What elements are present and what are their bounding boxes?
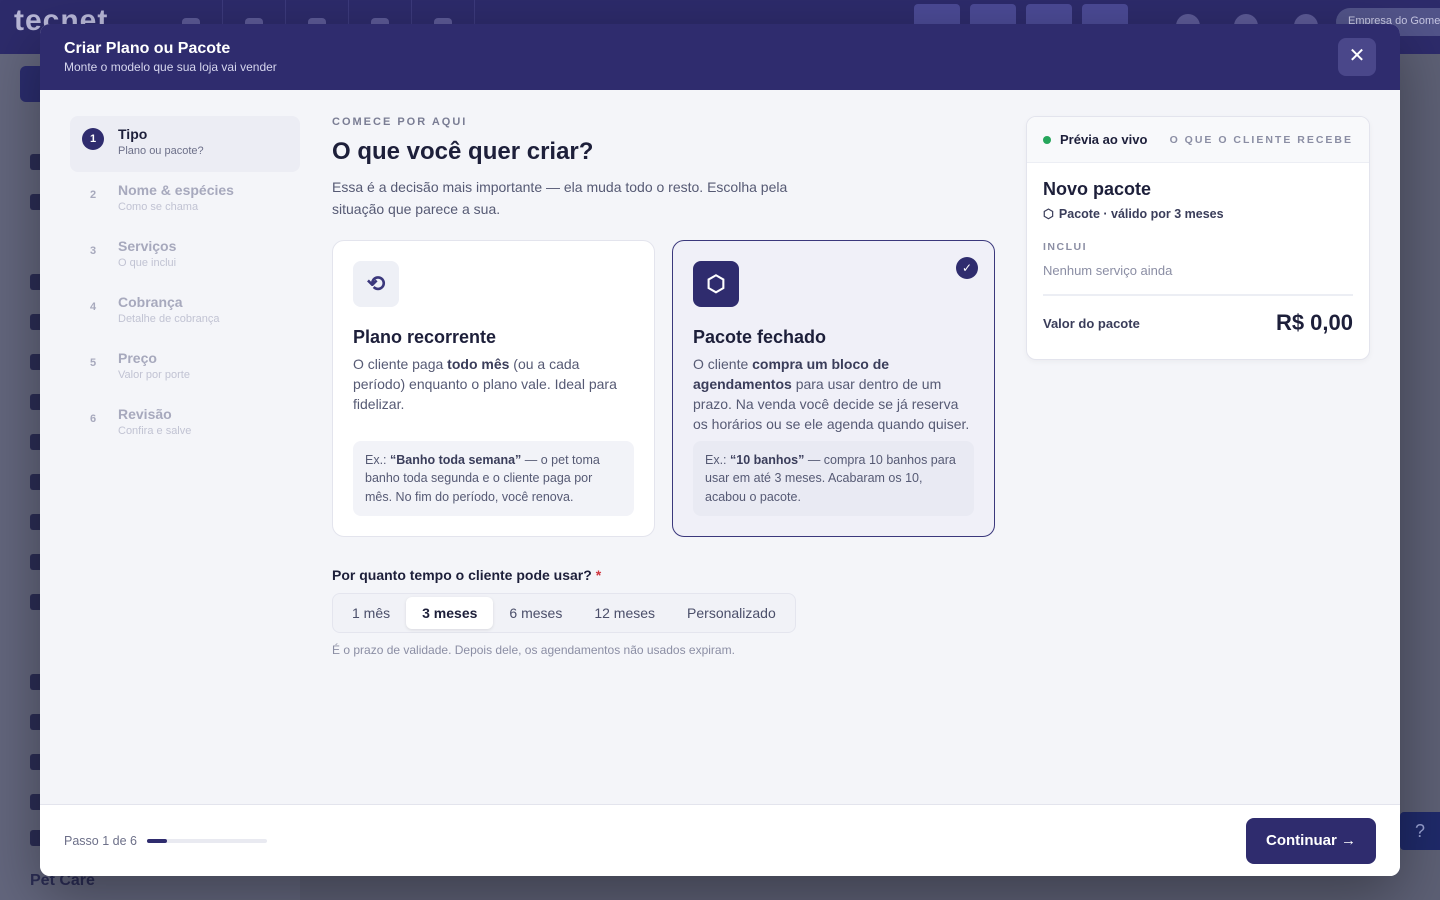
step-number: 1 <box>82 128 104 150</box>
duration-option[interactable]: 6 meses <box>493 597 578 629</box>
step-label: Serviços <box>118 238 177 254</box>
step-content: COMECE POR AQUI O que você quer criar? E… <box>332 116 996 657</box>
preview-meta: ⬡ Pacote · válido por 3 meses <box>1043 206 1224 222</box>
duration-selector: 1 mês 3 meses 6 meses 12 meses Personali… <box>332 593 796 633</box>
wizard-steps: 1 Tipo Plano ou pacote? 2 Nome & espécie… <box>70 116 300 452</box>
divider <box>1043 294 1353 296</box>
preview-body: Novo pacote ⬡ Pacote · válido por 3 meses… <box>1027 163 1369 352</box>
modal-subtitle: Monte o modelo que sua loja vai vender <box>64 60 277 74</box>
continue-button[interactable]: Continuar → <box>1246 818 1376 864</box>
modal-header: Criar Plano ou Pacote Monte o modelo que… <box>40 24 1400 90</box>
progress-bar <box>146 838 267 843</box>
page-title: O que você quer criar? <box>332 138 594 165</box>
option-description: O cliente paga todo mês (ou a cada perío… <box>353 356 617 412</box>
create-plan-modal: Criar Plano ou Pacote Monte o modelo que… <box>40 24 1400 876</box>
live-dot <box>1043 135 1051 144</box>
close-button[interactable]: ✕ <box>1338 38 1376 76</box>
step-label: Preço <box>118 350 157 366</box>
refresh-icon: ⟲ <box>353 261 399 307</box>
option-recurring-plan[interactable]: ⟲ Plano recorrente O cliente paga todo m… <box>332 240 655 537</box>
step-cobranca[interactable]: 4 Cobrança Detalhe de cobrança <box>70 284 300 340</box>
step-number: 2 <box>89 189 97 201</box>
live-preview: Prévia ao vivo O QUE O CLIENTE RECEBE No… <box>1026 116 1370 360</box>
option-title: Plano recorrente <box>353 327 497 347</box>
step-number: 6 <box>89 413 97 425</box>
step-label: Revisão <box>118 406 172 422</box>
preview-name: Novo pacote <box>1043 179 1152 199</box>
step-number: 4 <box>89 301 97 313</box>
duration-option[interactable]: 1 mês <box>336 597 406 629</box>
step-sub: Detalhe de cobrança <box>118 313 220 325</box>
step-sub: Valor por porte <box>118 369 190 381</box>
duration-option[interactable]: 12 meses <box>578 597 671 629</box>
duration-hint: É o prazo de validade. Depois dele, os a… <box>332 643 735 657</box>
step-nome[interactable]: 2 Nome & espécies Como se chama <box>70 172 300 228</box>
preview-total: Valor do pacote R$ 0,00 <box>1043 310 1353 336</box>
step-number: 3 <box>89 245 97 257</box>
live-indicator: Prévia ao vivo <box>1043 132 1147 147</box>
option-example: Ex.: “Banho toda semana” — o pet toma ba… <box>353 440 634 516</box>
total-value: R$ 0,00 <box>1275 310 1353 335</box>
step-sub: O que inclui <box>118 257 177 269</box>
step-sub: Plano ou pacote? <box>118 145 204 157</box>
step-preco[interactable]: 5 Preço Valor por porte <box>70 340 300 396</box>
box-icon: ⬡ <box>1043 207 1054 221</box>
step-sub: Como se chama <box>118 201 199 213</box>
required-mark: * <box>595 567 602 583</box>
total-label: Valor do pacote <box>1043 315 1140 331</box>
duration-label: Por quanto tempo o cliente pode usar? * <box>332 567 602 583</box>
modal-footer: Passo 1 de 6 Continuar → <box>40 804 1400 876</box>
box-icon: ⬡ <box>693 261 739 307</box>
duration-option-selected[interactable]: 3 meses <box>406 597 494 629</box>
close-icon: ✕ <box>1348 45 1366 67</box>
step-revisao[interactable]: 6 Revisão Confira e salve <box>70 396 300 452</box>
type-options: ⟲ Plano recorrente O cliente paga todo m… <box>332 240 996 537</box>
option-description: O cliente compra um bloco de agendamento… <box>693 356 970 432</box>
preview-header: Prévia ao vivo O QUE O CLIENTE RECEBE <box>1027 117 1369 163</box>
eyebrow: COMECE POR AQUI <box>332 116 468 128</box>
step-servicos[interactable]: 3 Serviços O que inclui <box>70 228 300 284</box>
progress-fill <box>146 838 167 843</box>
option-example: Ex.: “10 banhos” — compra 10 banhos para… <box>693 440 974 516</box>
step-label: Tipo <box>118 126 148 142</box>
step-tipo[interactable]: 1 Tipo Plano ou pacote? <box>70 116 300 172</box>
step-label: Cobrança <box>118 294 183 310</box>
option-closed-package[interactable]: ✓ ⬡ Pacote fechado O cliente compra um b… <box>672 240 995 537</box>
step-label: Nome & espécies <box>118 182 234 198</box>
duration-option[interactable]: Personalizado <box>671 597 792 629</box>
check-icon: ✓ <box>956 257 978 279</box>
preview-tag: O QUE O CLIENTE RECEBE <box>1169 133 1353 146</box>
includes-empty: Nenhum serviço ainda <box>1043 263 1173 278</box>
step-number: 5 <box>89 357 97 369</box>
question-icon[interactable]: ? <box>1400 812 1440 850</box>
step-sub: Confira e salve <box>118 425 192 437</box>
step-counter: Passo 1 de 6 <box>64 833 137 848</box>
modal-title: Criar Plano ou Pacote <box>64 40 231 57</box>
includes-label: INCLUI <box>1043 241 1087 253</box>
option-title: Pacote fechado <box>693 327 827 347</box>
page-description: Essa é a decisão mais importante — ela m… <box>332 179 788 217</box>
